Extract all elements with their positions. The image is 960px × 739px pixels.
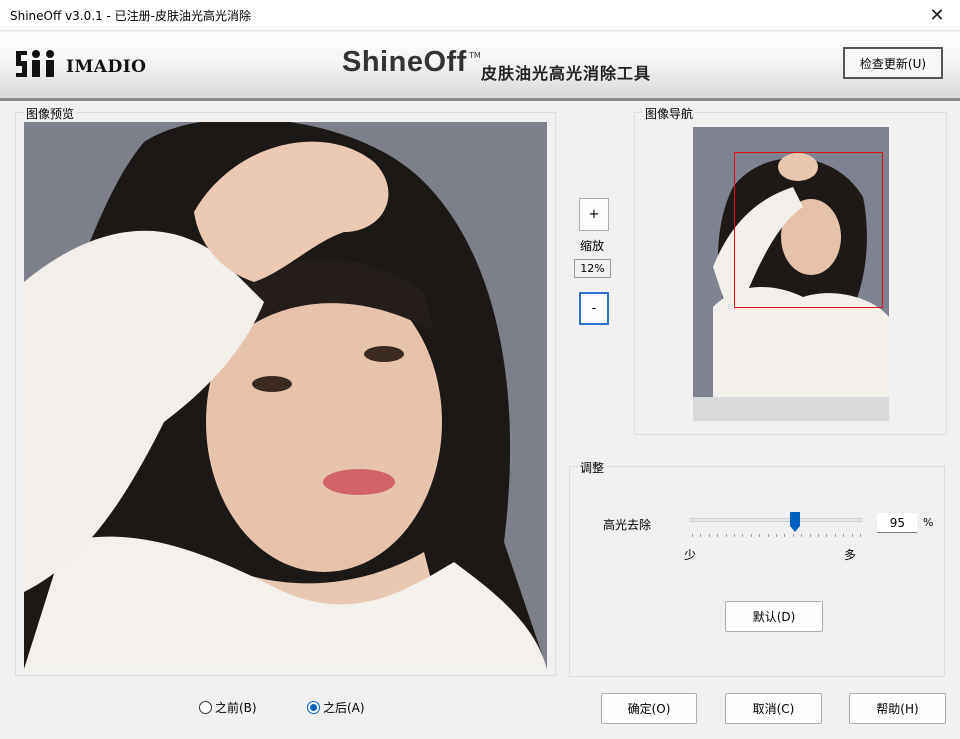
slider-tick xyxy=(860,534,861,537)
highlight-removal-label: 高光去除 xyxy=(603,518,652,532)
close-icon[interactable]: ✕ xyxy=(914,0,960,31)
slider-tick xyxy=(767,534,769,537)
adjust-group: 调整 xyxy=(569,459,945,677)
slider-tick xyxy=(725,534,727,537)
slider-tick xyxy=(776,534,777,537)
check-update-button[interactable]: 检查更新(U) xyxy=(843,47,943,79)
slider-tick xyxy=(759,534,761,537)
cancel-button[interactable]: 取消(C) xyxy=(725,693,822,724)
preview-label: 图像预览 xyxy=(24,105,77,122)
slider-tick xyxy=(708,534,710,537)
slider-tick xyxy=(792,534,794,537)
window-title: ShineOff v3.0.1 - 已注册-皮肤油光高光消除 xyxy=(10,9,251,23)
slider-tick xyxy=(826,534,828,537)
slider-tick xyxy=(801,534,803,537)
help-button[interactable]: 帮助(H) xyxy=(849,693,946,724)
company-logo xyxy=(16,50,54,77)
slider-tick xyxy=(750,534,752,537)
slider-tick xyxy=(717,534,719,537)
slider-tick xyxy=(818,534,819,537)
slider-tick xyxy=(692,534,693,537)
trademark: TM xyxy=(469,51,481,60)
slider-max-label: 多 xyxy=(844,548,857,562)
slider-track[interactable] xyxy=(690,518,862,522)
navigator-viewport[interactable] xyxy=(734,152,883,308)
slider-tick xyxy=(809,534,811,537)
slider-tick xyxy=(784,534,786,537)
after-radio-label: 之后(A) xyxy=(323,701,365,715)
preview-image[interactable] xyxy=(24,122,547,669)
slider-tick xyxy=(734,534,735,537)
slider-tick xyxy=(742,534,744,537)
highlight-value-input[interactable]: 95 xyxy=(877,513,917,533)
banner-divider xyxy=(0,98,960,101)
before-radio[interactable]: 之前(B) xyxy=(199,699,257,716)
zoom-in-button[interactable]: + xyxy=(579,198,609,231)
ok-button[interactable]: 确定(O) xyxy=(601,693,697,724)
before-radio-label: 之前(B) xyxy=(215,701,257,715)
slider-tick xyxy=(834,534,836,537)
zoom-out-button[interactable]: - xyxy=(579,292,609,325)
app-subtitle: 皮肤油光高光消除工具 xyxy=(481,64,652,83)
company-name: IMADIO xyxy=(66,57,147,77)
after-radio-circle[interactable] xyxy=(307,701,320,714)
zoom-value: 12% xyxy=(574,259,611,278)
app-name: ShineOff xyxy=(342,46,467,78)
default-button[interactable]: 默认(D) xyxy=(725,601,823,632)
slider-tick xyxy=(851,534,853,537)
title-bar: ShineOff v3.0.1 - 已注册-皮肤油光高光消除 ✕ xyxy=(0,0,960,31)
navigator-label: 图像导航 xyxy=(643,105,696,122)
after-radio[interactable]: 之后(A) xyxy=(307,699,365,716)
percent-unit: % xyxy=(923,516,934,529)
slider-thumb[interactable] xyxy=(789,511,801,533)
adjust-label: 调整 xyxy=(578,459,607,476)
slider-min-label: 少 xyxy=(684,548,697,562)
slider-tick xyxy=(700,534,702,537)
zoom-label: 缩放 xyxy=(580,239,605,253)
before-radio-circle[interactable] xyxy=(199,701,212,714)
slider-tick xyxy=(843,534,845,537)
